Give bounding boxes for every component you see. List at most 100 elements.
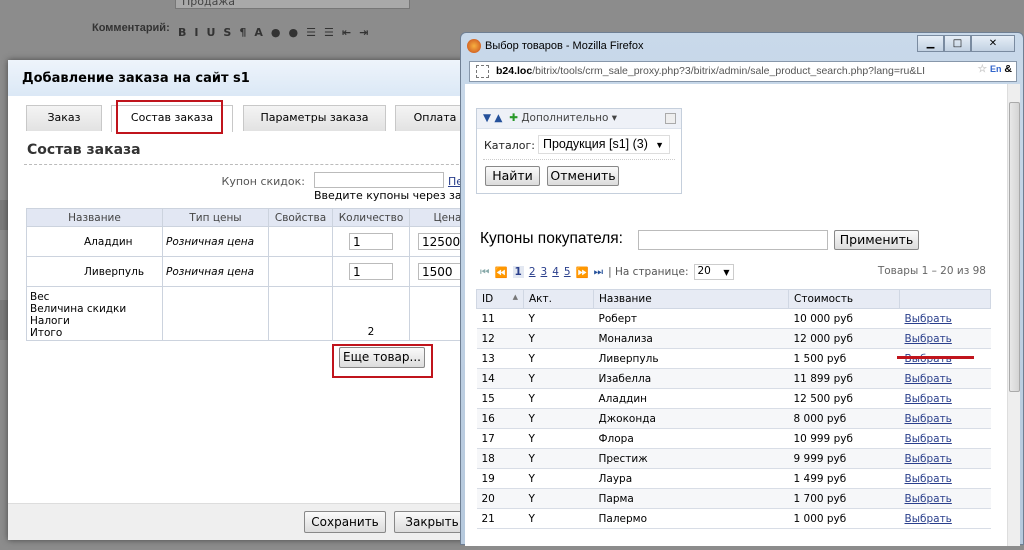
last-page-icon[interactable]: ⏭ bbox=[594, 266, 603, 279]
collapse-down-icon[interactable]: ▼ bbox=[483, 112, 491, 124]
product-name: Роберт bbox=[593, 308, 789, 329]
bookmark-star-icon[interactable]: ☆ bbox=[978, 63, 987, 75]
per-page-select[interactable]: 20 ▼ bbox=[693, 264, 734, 280]
col-id[interactable]: ID ▲ bbox=[476, 289, 524, 309]
product-id: 21 bbox=[476, 508, 524, 529]
tab-order-params[interactable]: Параметры заказа bbox=[243, 105, 386, 131]
coupon-input[interactable] bbox=[314, 172, 444, 188]
highlight-box bbox=[332, 344, 433, 378]
table-row: 11 Y Роберт 10 000 руб Выбрать bbox=[476, 308, 991, 329]
toolbar-icon: U bbox=[206, 26, 216, 39]
site-identity-icon bbox=[476, 65, 489, 78]
page-1[interactable]: 1 bbox=[512, 266, 524, 278]
quantity-input[interactable]: 1 bbox=[349, 233, 393, 250]
product-active: Y bbox=[523, 308, 594, 329]
toolbar-icon: S bbox=[223, 26, 232, 39]
select-product-link[interactable]: Выбрать bbox=[905, 433, 952, 445]
product-active: Y bbox=[523, 368, 594, 389]
next-page-icon[interactable]: ⏩ bbox=[576, 266, 589, 279]
select-product-link[interactable]: Выбрать bbox=[905, 313, 952, 325]
col-name[interactable]: Название bbox=[593, 289, 789, 309]
toolbar-icon: ● bbox=[270, 26, 281, 39]
select-product-link[interactable]: Выбрать bbox=[905, 333, 952, 345]
prev-page-icon[interactable]: ⏪ bbox=[494, 266, 507, 279]
save-button[interactable]: Сохранить bbox=[304, 511, 386, 533]
discount-label: Величина скидки bbox=[30, 303, 127, 315]
more-filters-button[interactable]: Дополнительно bbox=[521, 112, 608, 124]
cancel-button[interactable]: Отменить bbox=[547, 166, 619, 186]
product-active: Y bbox=[523, 468, 594, 489]
product-cost: 1 000 руб bbox=[788, 508, 900, 529]
page-2[interactable]: 2 bbox=[529, 266, 536, 278]
customer-coupons-label: Купоны покупателя: bbox=[480, 230, 623, 247]
catalog-value: Продукция [s1] (3) bbox=[543, 137, 648, 151]
product-cost: 1 500 руб bbox=[788, 348, 900, 369]
col-cost[interactable]: Стоимость bbox=[788, 289, 900, 309]
select-product-link[interactable]: Выбрать bbox=[905, 473, 952, 485]
product-cost: 1 700 руб bbox=[788, 488, 900, 509]
product-name: Аладдин bbox=[593, 388, 789, 409]
ampersand-icon[interactable]: & bbox=[1004, 63, 1012, 75]
table-row: 15 Y Аладдин 12 500 руб Выбрать bbox=[476, 388, 991, 409]
select-product-link[interactable]: Выбрать bbox=[905, 513, 952, 525]
apply-button[interactable]: Применить bbox=[834, 230, 919, 250]
toolbar-icon: ● bbox=[288, 26, 299, 39]
product-name: Ливерпуль bbox=[593, 348, 789, 369]
total-quantity: 2 bbox=[332, 286, 410, 341]
catalog-select[interactable]: Продукция [s1] (3) ▼ bbox=[538, 135, 670, 154]
filter-checkbox[interactable] bbox=[665, 113, 676, 124]
product-id: 15 bbox=[476, 388, 524, 409]
page-4[interactable]: 4 bbox=[552, 266, 559, 278]
select-product-link[interactable]: Выбрать bbox=[905, 493, 952, 505]
maximize-icon[interactable]: □ bbox=[944, 35, 971, 52]
product-active: Y bbox=[523, 508, 594, 529]
select-product-link[interactable]: Выбрать bbox=[905, 373, 952, 385]
product-active: Y bbox=[523, 488, 594, 509]
select-product-link[interactable]: Выбрать bbox=[905, 453, 952, 465]
toolbar-icon: I bbox=[194, 26, 199, 39]
highlight-box bbox=[116, 100, 223, 134]
item-price-type: Розничная цена bbox=[162, 256, 269, 287]
quantity-input[interactable]: 1 bbox=[349, 263, 393, 280]
scrollbar[interactable] bbox=[1007, 84, 1020, 546]
customer-coupons-input[interactable] bbox=[638, 230, 828, 250]
product-name: Джоконда bbox=[593, 408, 789, 429]
close-button[interactable]: Закрыть bbox=[394, 511, 470, 533]
page-5[interactable]: 5 bbox=[564, 266, 571, 278]
minimize-icon[interactable]: ▁ bbox=[917, 35, 944, 52]
col-price-type: Тип цены bbox=[162, 208, 269, 227]
product-active: Y bbox=[523, 348, 594, 369]
table-row: 12 Y Монализа 12 000 руб Выбрать bbox=[476, 328, 991, 349]
product-id: 13 bbox=[476, 348, 524, 369]
plus-icon: ✚ bbox=[509, 112, 518, 124]
filter-panel: ▼ ▲ ✚ Дополнительно ▾ Каталог: Продукция… bbox=[476, 108, 682, 194]
close-icon[interactable]: ✕ bbox=[971, 35, 1015, 52]
background-strip bbox=[0, 300, 8, 340]
product-active: Y bbox=[523, 388, 594, 409]
table-row: Ливерпуль Розничная цена 1 1500 bbox=[26, 256, 486, 287]
taxes-label: Налоги bbox=[30, 315, 70, 327]
collapse-up-icon[interactable]: ▲ bbox=[494, 112, 502, 124]
table-row: 17 Y Флора 10 999 руб Выбрать bbox=[476, 428, 991, 449]
product-active: Y bbox=[523, 428, 594, 449]
address-bar[interactable]: b24.loc/bitrix/tools/crm_sale_proxy.php?… bbox=[469, 61, 1017, 82]
col-active[interactable]: Акт. bbox=[523, 289, 594, 309]
product-cost: 10 000 руб bbox=[788, 308, 900, 329]
per-page-value: 20 bbox=[697, 265, 711, 277]
scrollbar-thumb[interactable] bbox=[1009, 102, 1020, 392]
toolbar-icon: ⇥ bbox=[359, 26, 369, 39]
language-icon[interactable]: En bbox=[990, 64, 1002, 74]
weight-label: Вес bbox=[30, 291, 50, 303]
toolbar-icon: B bbox=[178, 26, 187, 39]
order-items-table: Название Тип цены Свойства Количество Цена А… bbox=[26, 208, 486, 341]
find-button[interactable]: Найти bbox=[485, 166, 540, 186]
select-product-link[interactable]: Выбрать bbox=[905, 393, 952, 405]
select-product-link[interactable]: Выбрать bbox=[905, 413, 952, 425]
product-cost: 12 500 руб bbox=[788, 388, 900, 409]
divider bbox=[483, 159, 675, 160]
toolbar-icon: ☰ bbox=[323, 26, 334, 39]
toolbar-icon: ⇤ bbox=[341, 26, 352, 39]
first-page-icon[interactable]: ⏮ bbox=[480, 266, 489, 279]
tab-order[interactable]: Заказ bbox=[26, 105, 102, 131]
page-3[interactable]: 3 bbox=[541, 266, 548, 278]
